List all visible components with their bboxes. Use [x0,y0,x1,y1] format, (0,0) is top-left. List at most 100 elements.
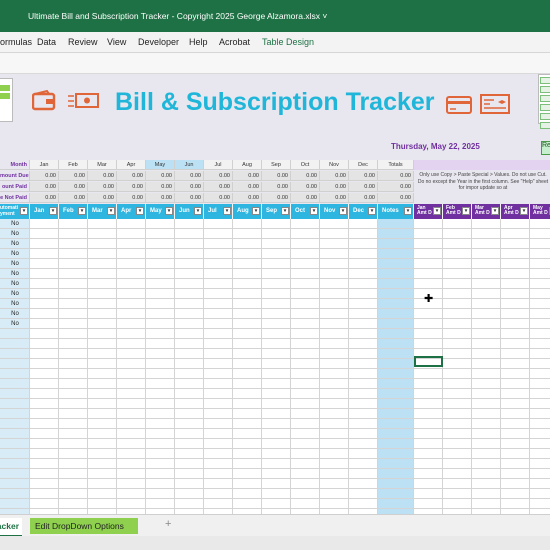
table-row[interactable] [0,439,550,449]
column-header-label: Notes [382,208,399,214]
tab-table-design[interactable]: Table Design [262,37,314,47]
column-header-label: Jun [179,208,190,214]
sheet-tab-tracker[interactable]: acker [0,518,22,537]
summary-month-header: Nov [320,160,349,170]
table-row[interactable] [0,419,550,429]
autopay-value[interactable]: No [0,249,30,259]
table-row[interactable] [0,339,550,349]
summary-value: 0.00 [320,171,349,181]
table-row[interactable] [0,299,550,309]
filter-dropdown-icon[interactable]: ▾ [78,207,86,215]
tab-view[interactable]: View [107,37,126,47]
column-header-label: Apr [121,208,132,214]
table-row[interactable] [0,499,550,509]
summary-total-value: 0.00 [378,193,414,203]
window-title-bar: Ultimate Bill and Subscription Tracker -… [0,0,550,32]
filter-dropdown-icon[interactable]: ▾ [107,207,115,215]
filter-dropdown-icon[interactable]: ▾ [310,207,318,215]
summary-value: 0.00 [175,193,204,203]
column-header-paid: Mar Amt D ▾ [472,204,501,219]
table-row[interactable] [0,269,550,279]
filter-dropdown-icon[interactable]: ▾ [49,207,57,215]
autopay-value[interactable]: No [0,309,30,319]
right-button-label: Re [542,142,550,149]
right-button[interactable]: Re [541,141,550,155]
filter-dropdown-icon[interactable]: ▾ [339,207,347,215]
filter-dropdown-icon[interactable]: ▾ [252,207,260,215]
table-row[interactable] [0,459,550,469]
filter-dropdown-icon[interactable]: ▾ [368,207,376,215]
autopay-value[interactable]: No [0,319,30,329]
table-row[interactable] [0,469,550,479]
right-shape[interactable] [538,74,550,129]
filter-dropdown-icon[interactable]: ▾ [281,207,289,215]
filter-dropdown-icon[interactable]: ▾ [462,207,470,215]
table-row[interactable] [0,279,550,289]
filter-dropdown-icon[interactable]: ▾ [491,207,499,215]
left-shape[interactable] [0,78,13,122]
autopay-value[interactable]: No [0,229,30,239]
autopay-value[interactable]: No [0,219,30,229]
column-header-month: Oct ▾ [291,204,320,219]
table-row[interactable] [0,329,550,339]
tab-review[interactable]: Review [68,37,98,47]
table-row[interactable] [0,259,550,269]
summary-value: 0.00 [59,182,88,192]
table-row[interactable] [0,379,550,389]
table-row[interactable] [0,249,550,259]
table-row[interactable] [0,429,550,439]
sheet-tabs-bar: acker Edit DropDown Options + [0,514,550,537]
tab-help[interactable]: Help [189,37,208,47]
filter-dropdown-icon[interactable]: ▾ [223,207,231,215]
table-row[interactable] [0,479,550,489]
autopay-value[interactable]: No [0,259,30,269]
table-row[interactable] [0,449,550,459]
summary-value: 0.00 [204,171,233,181]
summary-value: 0.00 [291,182,320,192]
column-header-paid: Feb Amt D ▾ [443,204,472,219]
autopay-value[interactable]: No [0,239,30,249]
table-row[interactable] [0,389,550,399]
data-grid[interactable]: No No No No No No No No No No No [0,219,550,514]
table-row[interactable] [0,229,550,239]
sheet-tab-label: Edit DropDown Options [35,521,124,531]
column-header-autopay: utomati yment ▾ [0,204,30,219]
table-row[interactable] [0,399,550,409]
table-row[interactable] [0,409,550,419]
sheet-tab-edit-dropdown[interactable]: Edit DropDown Options [30,518,138,534]
sheet-tab-label: acker [0,521,19,531]
summary-value: 0.00 [175,182,204,192]
column-header-label: utomati yment [0,205,19,217]
selected-cell[interactable] [414,356,443,367]
table-row[interactable] [0,319,550,329]
filter-dropdown-icon[interactable]: ▾ [520,207,528,215]
filter-dropdown-icon[interactable]: ▾ [136,207,144,215]
tab-data[interactable]: Data [37,37,56,47]
table-row[interactable] [0,359,550,369]
filter-dropdown-icon[interactable]: ▾ [194,207,202,215]
table-row[interactable] [0,349,550,359]
table-row[interactable] [0,219,550,229]
filter-dropdown-icon[interactable]: ▾ [165,207,173,215]
tab-acrobat[interactable]: Acrobat [219,37,250,47]
autopay-value[interactable]: No [0,289,30,299]
autopay-value[interactable]: No [0,299,30,309]
column-header-month: May ▾ [146,204,175,219]
table-row[interactable] [0,369,550,379]
column-header-label: Aug [237,208,249,214]
tab-developer[interactable]: Developer [138,37,179,47]
table-row[interactable] [0,239,550,249]
table-row[interactable] [0,309,550,319]
table-row[interactable] [0,289,550,299]
cash-icon [68,93,99,108]
add-sheet-button[interactable]: + [165,518,171,530]
filter-dropdown-icon[interactable]: ▾ [20,207,28,215]
tab-formulas[interactable]: ormulas [0,37,32,47]
autopay-value[interactable]: No [0,279,30,289]
filter-dropdown-icon[interactable]: ▾ [404,207,412,215]
autopay-value[interactable]: No [0,269,30,279]
filter-dropdown-icon[interactable]: ▾ [433,207,441,215]
worksheet[interactable]: Bill & Subscription Tracker Thursday, Ma… [0,74,550,514]
table-row[interactable] [0,489,550,499]
summary-value: 0.00 [233,193,262,203]
